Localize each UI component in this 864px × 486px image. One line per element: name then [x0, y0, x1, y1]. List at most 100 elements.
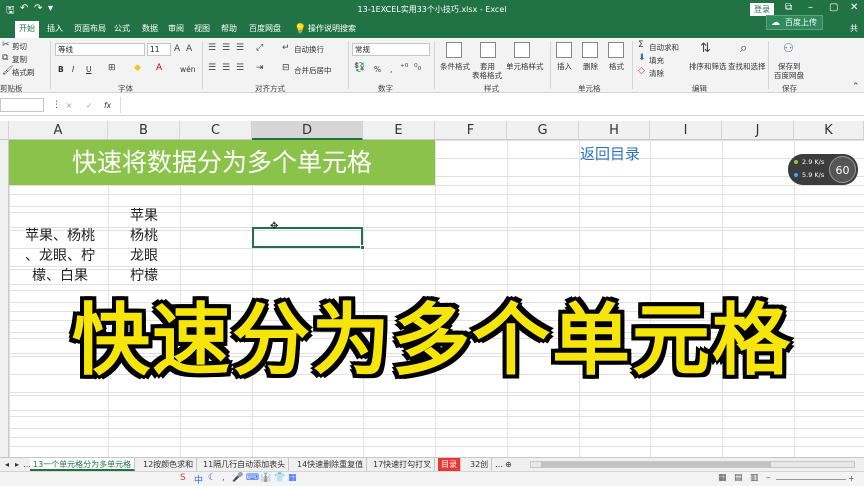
italic-button[interactable]: I: [72, 65, 74, 74]
cell-styles-button[interactable]: 单元格样式: [506, 61, 544, 72]
fill-color-icon[interactable]: ◆: [134, 63, 141, 73]
collapse-ribbon-icon[interactable]: ⌃: [852, 82, 860, 92]
maximize-icon[interactable]: ▢: [829, 2, 838, 13]
orientation-icon[interactable]: ⤢: [256, 43, 263, 53]
wrap-text-button[interactable]: 自动换行: [294, 44, 324, 55]
find-select-button[interactable]: 查找和选择: [728, 61, 766, 72]
align-top-icon[interactable]: ☰: [208, 43, 216, 53]
tab-review[interactable]: 审阅: [168, 23, 184, 34]
format-painter-button[interactable]: 格式刷: [12, 67, 35, 78]
increase-decimal-icon[interactable]: ⁺⁰: [400, 63, 408, 73]
prev-sheet-icon[interactable]: ◂: [2, 458, 12, 471]
fill-handle[interactable]: [360, 245, 365, 250]
ime-skin-icon[interactable]: 👔: [260, 473, 271, 483]
name-box[interactable]: [0, 98, 44, 112]
baidu-upload-button[interactable]: ☁ 百度上传: [766, 15, 823, 30]
column-header[interactable]: B: [108, 121, 180, 140]
ime-comma-icon[interactable]: ,: [222, 473, 225, 483]
clear-button[interactable]: 清除: [649, 68, 664, 79]
column-header[interactable]: I: [650, 121, 722, 140]
cell-b-content[interactable]: 苹果 杨桃 龙眼 柠檬: [124, 206, 164, 286]
minimize-icon[interactable]: –: [808, 2, 813, 13]
zoom-slider[interactable]: [776, 479, 846, 480]
column-header[interactable]: G: [507, 121, 579, 140]
tell-me-search[interactable]: 操作说明搜索: [308, 23, 356, 34]
column-header[interactable]: H: [579, 121, 650, 140]
ime-grid-icon[interactable]: ▦: [288, 473, 297, 483]
page-layout-view-icon[interactable]: ▤: [734, 473, 743, 483]
zoom-out-icon[interactable]: –: [766, 473, 771, 483]
tab-formulas[interactable]: 公式: [114, 23, 130, 34]
sheet-tab[interactable]: 11隔几行自动添加表头: [200, 458, 290, 471]
increase-font-icon[interactable]: A: [174, 44, 180, 54]
column-header[interactable]: E: [363, 121, 435, 140]
column-header[interactable]: A: [9, 121, 108, 140]
tab-view[interactable]: 视图: [194, 23, 210, 34]
sheet-tab[interactable]: 17快速打勾打叉: [370, 458, 436, 471]
autosum-button[interactable]: 自动求和: [649, 42, 679, 53]
delete-cells-button[interactable]: 删除: [583, 61, 598, 72]
scrollbar-thumb[interactable]: [541, 462, 771, 467]
ime-moon-icon[interactable]: ☾: [208, 473, 216, 483]
tab-insert[interactable]: 插入: [47, 23, 63, 34]
align-middle-icon[interactable]: ☰: [222, 43, 230, 53]
tab-data[interactable]: 数据: [142, 23, 158, 34]
ime-keyboard-icon[interactable]: ⌨: [246, 473, 259, 483]
decrease-font-icon[interactable]: A: [186, 44, 192, 54]
ime-shirt-icon[interactable]: 👕: [274, 473, 285, 483]
insert-function-button[interactable]: fx: [104, 101, 111, 110]
cell-a-content[interactable]: 苹果、杨桃 、龙眼、柠 檬、白果: [14, 226, 106, 286]
sheet-tab[interactable]: 32创: [467, 458, 493, 471]
phonetic-button[interactable]: wén: [180, 65, 196, 74]
tab-page-layout[interactable]: 页面布局: [74, 23, 106, 34]
active-cell-selection[interactable]: [252, 227, 365, 250]
indent-icon[interactable]: ⇥: [256, 63, 264, 73]
enter-button[interactable]: ✓: [86, 101, 92, 110]
tab-home[interactable]: 开始: [15, 21, 39, 38]
font-name-combo[interactable]: 等线: [55, 43, 145, 56]
column-header[interactable]: J: [722, 121, 794, 140]
align-center-icon[interactable]: ☰: [222, 63, 230, 73]
align-bottom-icon[interactable]: ☰: [236, 43, 244, 53]
ribbon-display-icon[interactable]: ⧉: [785, 2, 792, 13]
copy-button[interactable]: 复制: [12, 54, 27, 65]
comma-button[interactable]: ,: [390, 65, 392, 74]
return-to-index-link[interactable]: 返回目录: [580, 143, 640, 164]
font-color-icon[interactable]: A: [156, 63, 162, 73]
sort-filter-button[interactable]: 排序和筛选: [689, 61, 727, 72]
merge-center-button[interactable]: 合并后居中: [294, 65, 332, 76]
tab-baidu-netdisk[interactable]: 百度网盘: [249, 23, 281, 34]
close-icon[interactable]: ✕: [850, 2, 858, 13]
percent-button[interactable]: %: [374, 65, 381, 74]
sheet-tab[interactable]: 13一个单元格分为多单元格: [30, 458, 136, 471]
zoom-in-icon[interactable]: +: [848, 474, 855, 483]
number-format-combo[interactable]: 常规: [352, 43, 430, 56]
border-icon[interactable]: ⊞: [108, 63, 116, 73]
ime-chinese-icon[interactable]: 中: [194, 473, 203, 486]
add-sheet-icon[interactable]: ⊕: [502, 458, 515, 471]
align-right-icon[interactable]: ☰: [236, 63, 244, 73]
column-header[interactable]: D: [252, 121, 363, 140]
tab-help[interactable]: 帮助: [221, 23, 237, 34]
ime-mic-icon[interactable]: 🎤: [232, 473, 243, 483]
cut-button[interactable]: 剪切: [12, 41, 27, 52]
normal-view-icon[interactable]: ▦: [718, 473, 727, 483]
fill-button[interactable]: 填充: [649, 55, 664, 66]
formula-bar-options-icon[interactable]: ⋮: [52, 100, 61, 110]
decrease-decimal-icon[interactable]: ⁰₀: [414, 63, 421, 73]
cancel-button[interactable]: ×: [66, 101, 72, 110]
column-header[interactable]: F: [435, 121, 507, 140]
horizontal-scrollbar[interactable]: [530, 461, 855, 468]
accounting-icon[interactable]: 💱: [354, 63, 365, 73]
select-all-corner[interactable]: [0, 121, 9, 140]
column-header[interactable]: C: [180, 121, 252, 140]
align-left-icon[interactable]: ☰: [208, 63, 216, 73]
page-break-view-icon[interactable]: ▥: [750, 473, 759, 483]
font-size-combo[interactable]: 11: [147, 43, 171, 56]
format-cells-button[interactable]: 格式: [609, 61, 624, 72]
sheet-tab[interactable]: 14快速删除重复值: [294, 458, 368, 471]
column-header[interactable]: K: [794, 121, 864, 140]
insert-cells-button[interactable]: 插入: [557, 61, 572, 72]
underline-button[interactable]: U: [86, 65, 92, 74]
share-button[interactable]: 共: [850, 23, 858, 34]
